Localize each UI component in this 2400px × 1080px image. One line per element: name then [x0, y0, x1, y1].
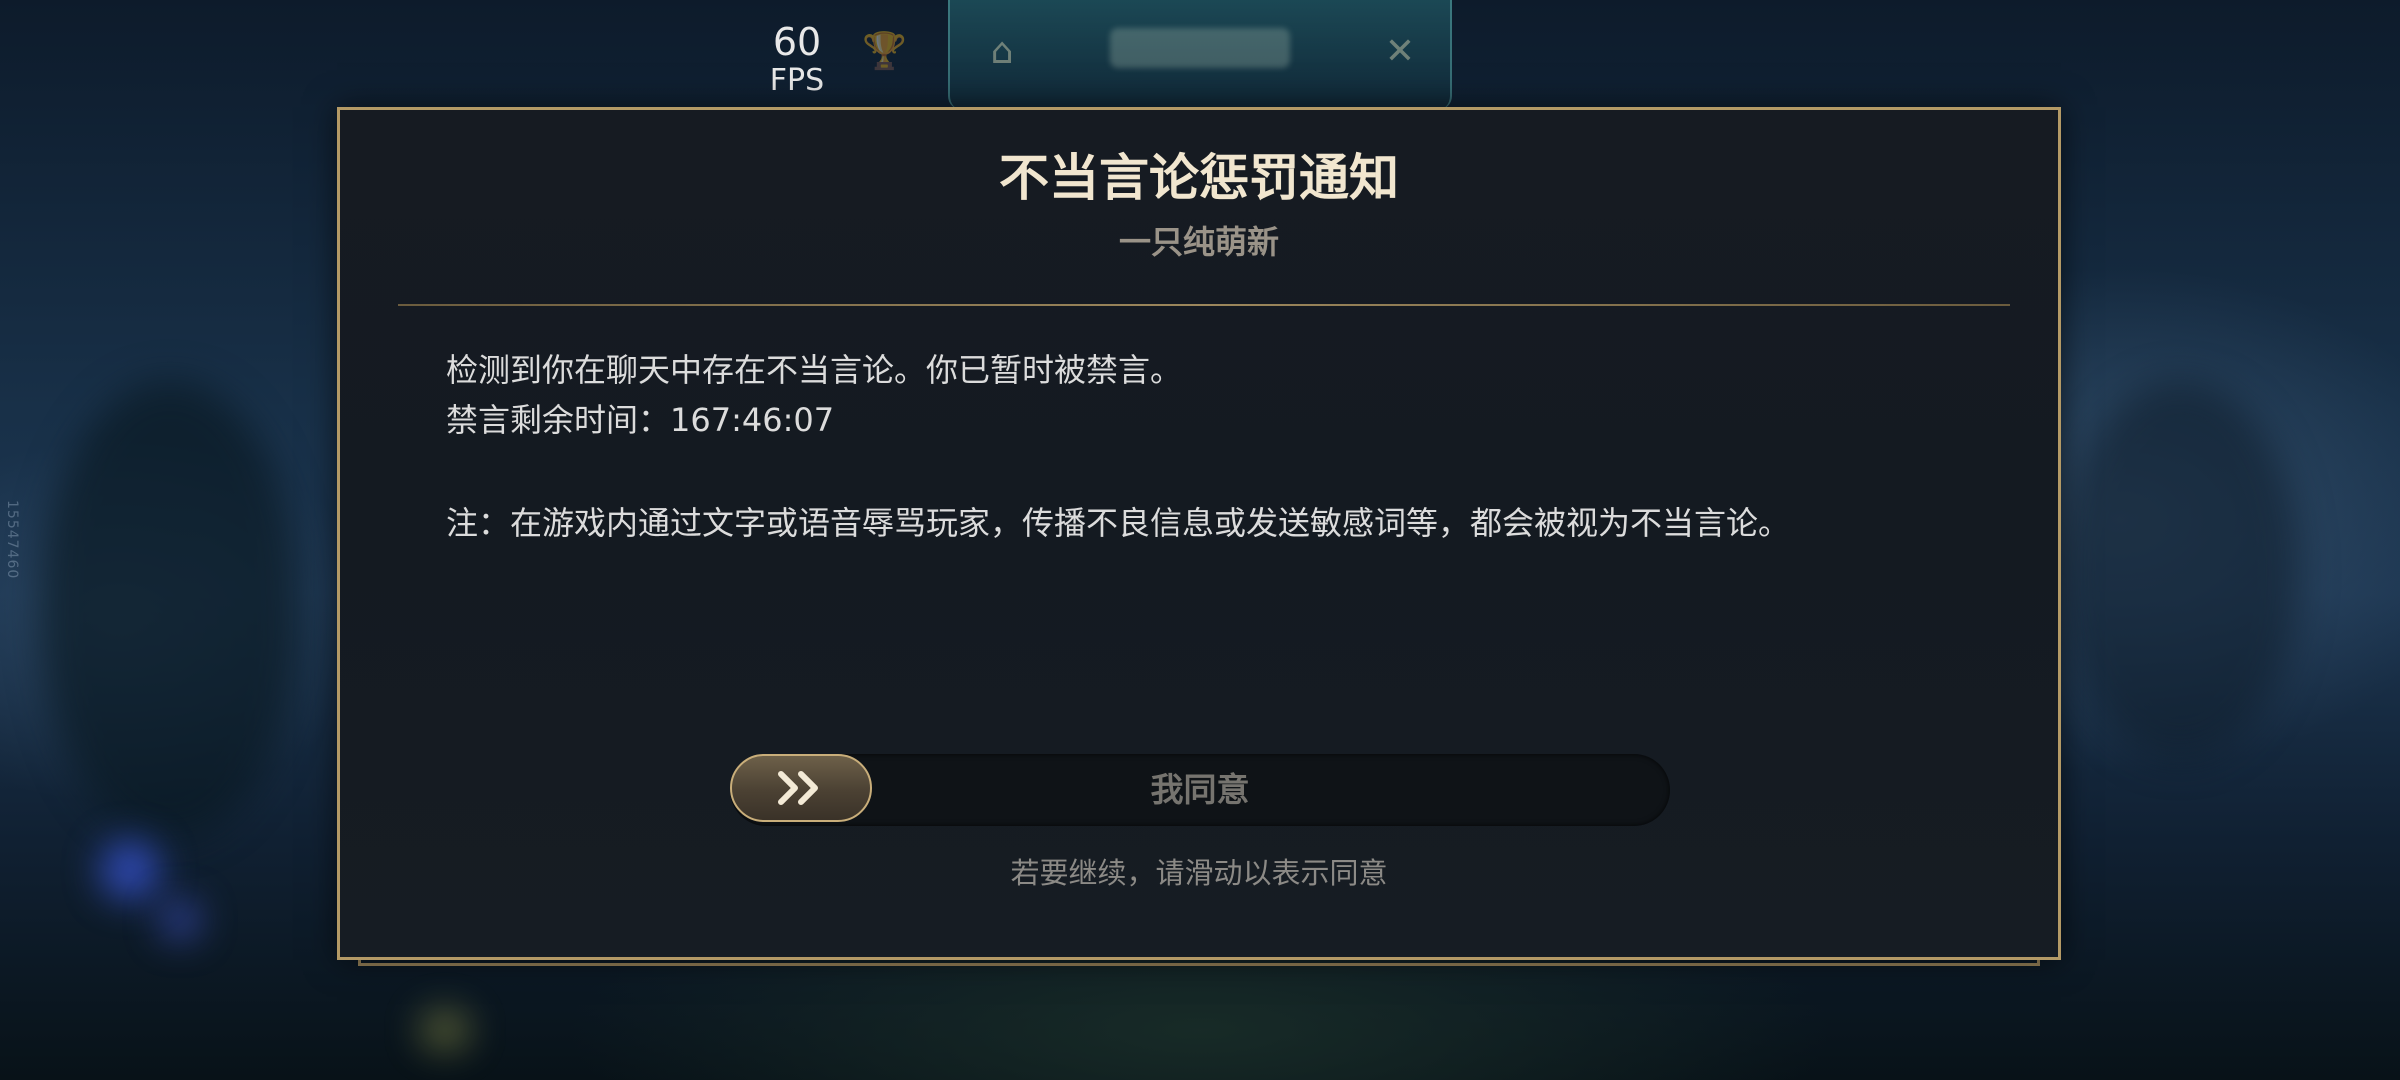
title-divider — [398, 304, 2010, 306]
home-icon[interactable]: ⌂ — [982, 32, 1022, 72]
close-icon[interactable]: ✕ — [1380, 32, 1420, 72]
fps-value: 60 — [772, 20, 822, 64]
hud-blurred-label — [1110, 28, 1290, 68]
trophy-icon[interactable]: 🏆 — [862, 30, 907, 74]
agree-slider-thumb[interactable] — [730, 754, 872, 822]
slide-to-agree-hint: 若要继续，请滑动以表示同意 — [1010, 856, 1388, 890]
mute-remaining-time: 禁言剩余时间：167:46:07 — [446, 401, 835, 439]
fps-label: FPS — [769, 63, 825, 98]
top-hud-panel: ⌂ ✕ — [948, 0, 1452, 110]
bg-tree-left — [40, 380, 300, 840]
bg-light-blue — [100, 840, 160, 900]
player-id-watermark: 15547460 — [4, 500, 20, 580]
player-name: 一只纯萌新 — [1118, 223, 1279, 261]
penalty-notice-dialog: 不当言论惩罚通知 一只纯萌新 检测到你在聊天中存在不当言论。你已暂时被禁言。 禁… — [337, 107, 2061, 960]
bg-light-blue-2 — [160, 900, 200, 940]
bg-light-yellow — [420, 1010, 470, 1050]
inappropriate-speech-note: 注：在游戏内通过文字或语音辱骂玩家，传播不良信息或发送敏感词等，都会被视为不当言… — [446, 504, 1791, 542]
bg-tree-right — [2060, 380, 2300, 760]
agree-slider-track[interactable]: 我同意 — [730, 754, 1670, 826]
double-chevron-right-icon — [778, 771, 818, 805]
dialog-title: 不当言论惩罚通知 — [999, 149, 1399, 207]
fps-counter: 60 FPS — [752, 20, 842, 98]
mute-message: 检测到你在聊天中存在不当言论。你已暂时被禁言。 — [446, 351, 1183, 389]
